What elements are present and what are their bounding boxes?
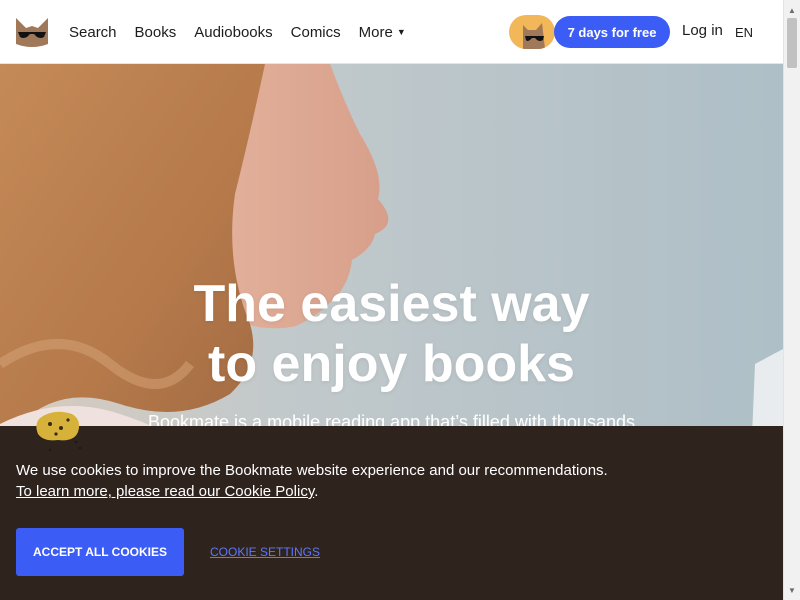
nav-audiobooks[interactable]: Audiobooks bbox=[194, 24, 272, 41]
nav-more-label: More bbox=[358, 23, 393, 41]
nav-books[interactable]: Books bbox=[135, 24, 177, 41]
login-link[interactable]: Log in bbox=[682, 22, 723, 39]
cat-mascot-icon bbox=[509, 15, 555, 49]
cookie-policy-suffix: . bbox=[314, 483, 319, 500]
scroll-up-icon[interactable]: ▲ bbox=[784, 2, 800, 18]
nav-comics[interactable]: Comics bbox=[291, 24, 341, 41]
language-switch[interactable]: EN bbox=[735, 25, 753, 40]
nav-more[interactable]: More ▼ bbox=[359, 24, 406, 41]
cookie-policy-link[interactable]: To learn more, please read our Cookie Po… bbox=[16, 483, 314, 500]
site-header: Search Books Audiobooks Comics More ▼ 7 … bbox=[0, 0, 783, 64]
caret-down-icon: ▼ bbox=[396, 27, 406, 37]
nav-search[interactable]: Search bbox=[69, 24, 117, 41]
cookie-message: We use cookies to improve the Bookmate w… bbox=[16, 460, 756, 502]
scroll-down-icon[interactable]: ▼ bbox=[784, 582, 800, 598]
accept-cookies-button[interactable]: ACCEPT ALL COOKIES bbox=[16, 528, 184, 576]
page: Search Books Audiobooks Comics More ▼ 7 … bbox=[0, 0, 800, 600]
cookie-banner: We use cookies to improve the Bookmate w… bbox=[0, 411, 783, 600]
hero-title-line1: The easiest way bbox=[193, 275, 590, 333]
main-nav: Search Books Audiobooks Comics More ▼ bbox=[69, 0, 406, 64]
scroll-thumb[interactable] bbox=[787, 18, 797, 68]
cookie-message-text: We use cookies to improve the Bookmate w… bbox=[16, 462, 608, 479]
hero-title: The easiest way to enjoy books bbox=[0, 274, 783, 394]
cookie-mascot-icon bbox=[36, 411, 82, 452]
bookmate-cat-logo-icon[interactable] bbox=[16, 16, 48, 48]
free-trial-button[interactable]: 7 days for free bbox=[554, 16, 670, 48]
hero-title-line2: to enjoy books bbox=[208, 335, 575, 393]
page-scrollbar[interactable]: ▲ ▼ bbox=[783, 0, 800, 600]
cookie-settings-link[interactable]: COOKIE SETTINGS bbox=[210, 545, 320, 559]
